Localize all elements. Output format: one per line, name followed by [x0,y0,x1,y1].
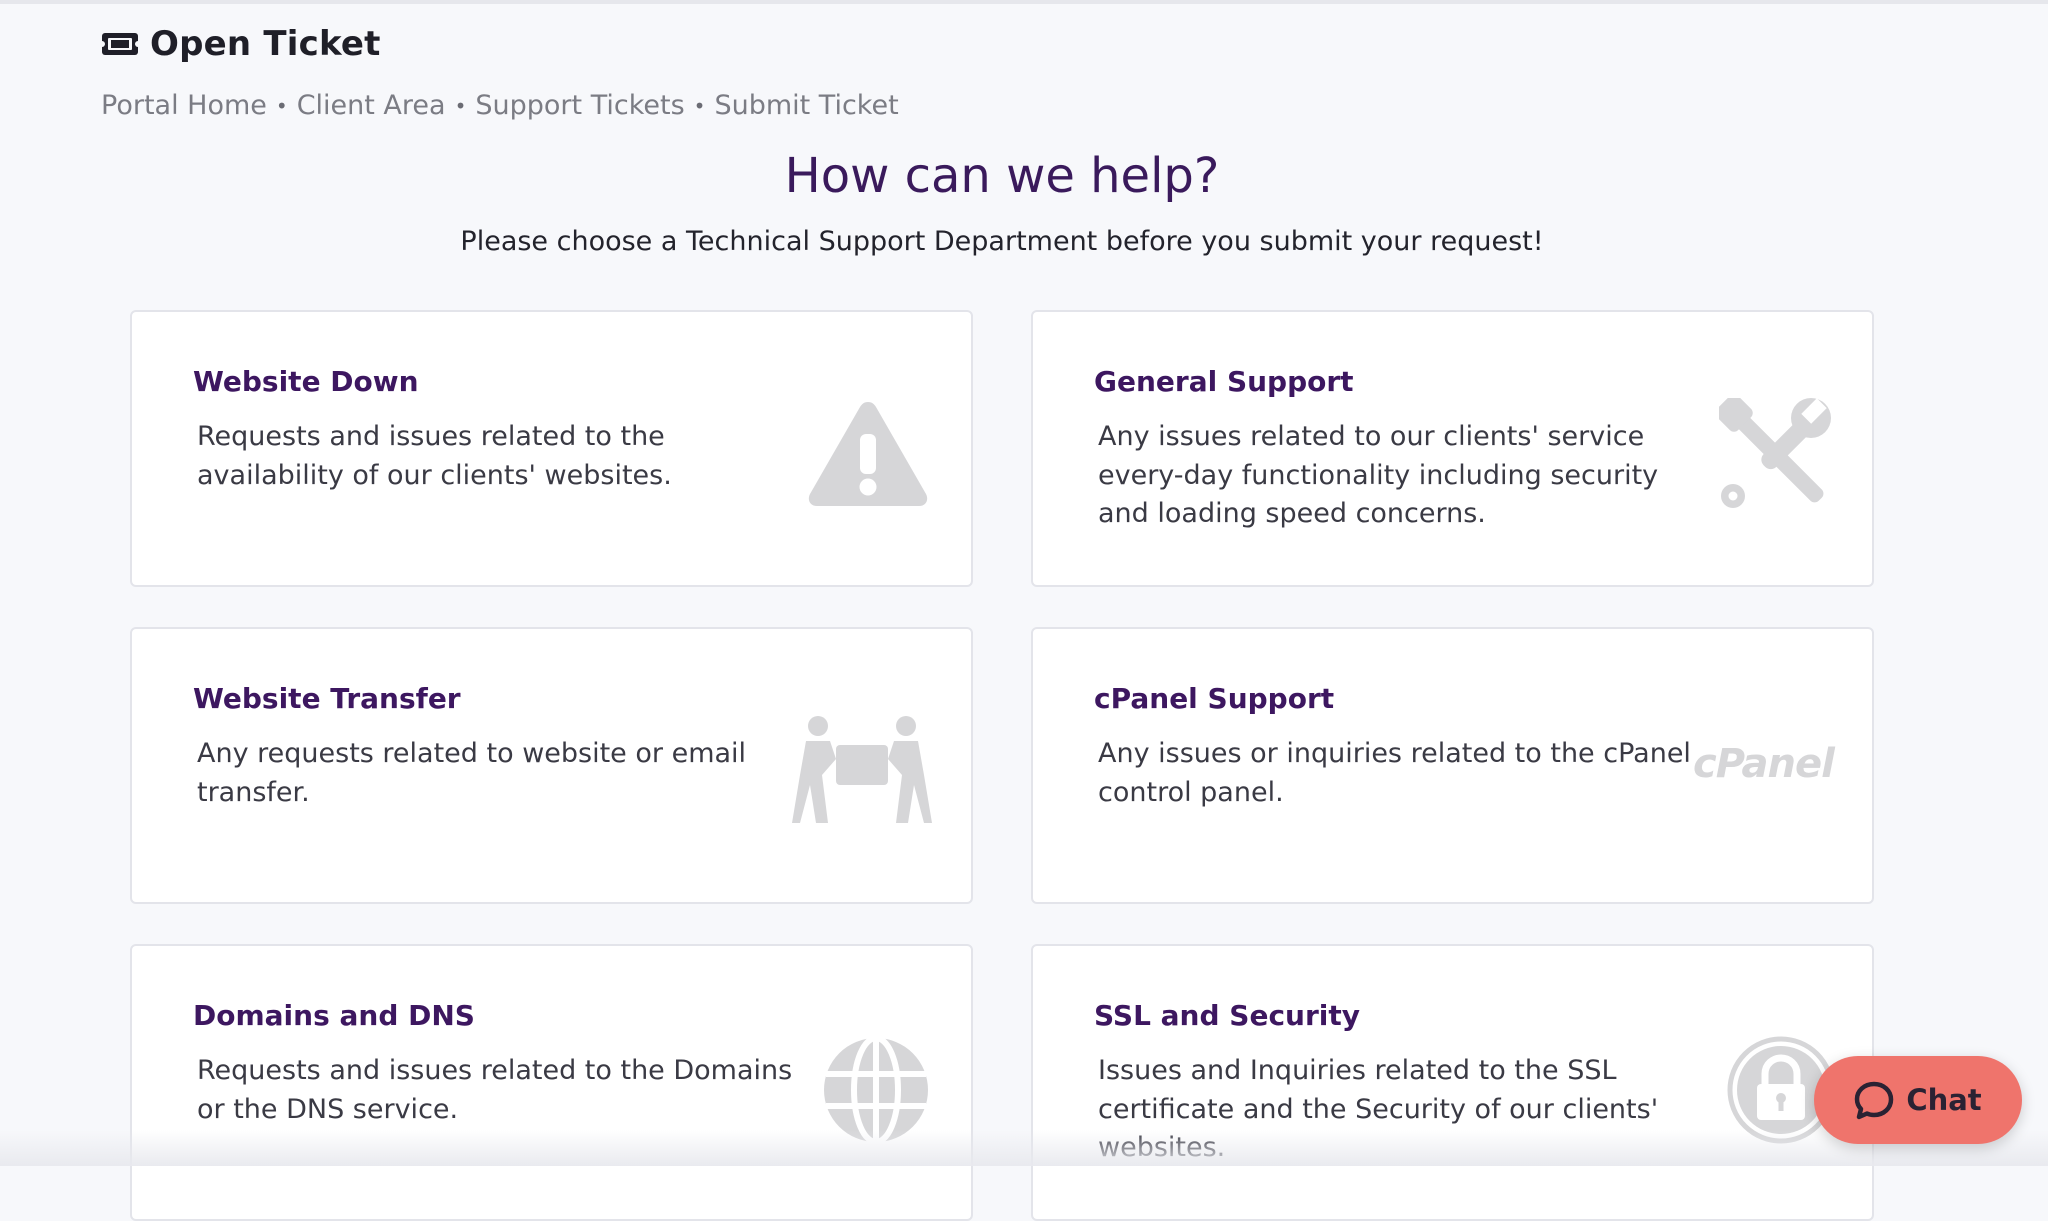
top-border [0,0,2048,4]
card-description: Issues and Inquiries related to the SSL … [1098,1055,1659,1163]
hero-subtitle: Please choose a Technical Support Depart… [460,226,1544,257]
department-card-general-support[interactable]: General Support Any issues related to ou… [1031,310,1874,587]
cpanel-logo: cPanel [1693,741,1835,787]
breadcrumb-separator: • [693,93,706,118]
breadcrumb-support-tickets[interactable]: Support Tickets [475,90,684,121]
department-card-website-transfer[interactable]: Website Transfer Any requests related to… [130,627,973,904]
movers-icon [792,715,932,829]
breadcrumb-client-area[interactable]: Client Area [297,90,446,121]
card-title: Website Down [193,365,419,398]
tools-icon [1715,394,1831,514]
card-title: Domains and DNS [193,999,475,1032]
chat-bubble-icon [1854,1080,1894,1120]
department-card-ssl-security[interactable]: SSL and Security Issues and Inquiries re… [1031,944,1874,1221]
card-description: Any issues related to our clients' servi… [1098,421,1659,529]
warning-icon [806,398,930,514]
breadcrumb-portal-home[interactable]: Portal Home [101,90,267,121]
globe-icon [822,1035,930,1148]
page-title: Open Ticket [150,24,381,64]
page-header: Open Ticket Portal Home • Client Area • … [101,20,899,121]
card-title: General Support [1094,365,1354,398]
department-card-website-down[interactable]: Website Down Requests and issues related… [130,310,973,587]
breadcrumb-separator: • [454,93,467,118]
chat-button[interactable]: Chat [1814,1056,2022,1144]
department-card-domains-dns[interactable]: Domains and DNS Requests and issues rela… [130,944,973,1221]
title-row: Open Ticket [101,20,899,68]
hero-title: How can we help? [784,148,1220,204]
card-title: SSL and Security [1094,999,1361,1032]
breadcrumb-separator: • [275,93,288,118]
breadcrumb-submit-ticket: Submit Ticket [714,90,899,121]
card-description: Any requests related to website or email… [197,738,747,808]
card-title: cPanel Support [1094,682,1335,715]
chat-label: Chat [1906,1083,1982,1117]
card-description: Any issues or inquiries related to the c… [1098,738,1691,808]
card-description: Requests and issues related to the Domai… [197,1055,793,1125]
department-card-cpanel-support[interactable]: cPanel Support Any issues or inquiries r… [1031,627,1874,904]
card-description: Requests and issues related to the avail… [197,421,672,491]
ticket-icon [101,30,139,58]
breadcrumb: Portal Home • Client Area • Support Tick… [101,90,899,121]
card-title: Website Transfer [193,682,461,715]
